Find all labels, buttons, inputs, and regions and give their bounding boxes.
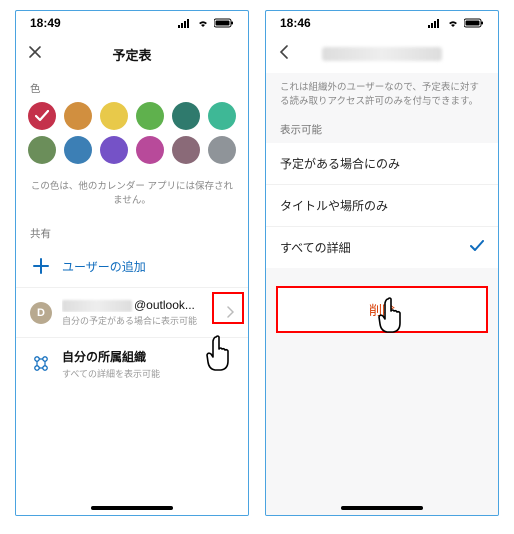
page-title: 予定表 (16, 45, 248, 64)
battery-icon (214, 18, 234, 28)
home-indicator (91, 506, 173, 510)
phone-right: 18:46 これは組織外のユーザーなので、予定表に対する読み取りアクセス許可のみ… (265, 10, 499, 516)
perm-title-location[interactable]: タイトルや場所のみ (266, 185, 498, 227)
color-swatch-6[interactable] (28, 136, 56, 164)
color-swatch-3[interactable] (136, 102, 164, 130)
color-swatch-9[interactable] (136, 136, 164, 164)
org-sub: すべての詳細を表示可能 (62, 367, 234, 380)
plus-icon (30, 255, 52, 277)
color-swatch-1[interactable] (64, 102, 92, 130)
status-icons (428, 18, 484, 28)
perm-label: 予定がある場合にのみ (280, 155, 400, 172)
nav-bar: 予定表 (16, 35, 248, 73)
check-icon (35, 110, 49, 122)
wifi-icon (446, 18, 460, 28)
user-permission-sub: 自分の予定がある場合に表示可能 (62, 314, 216, 327)
perm-label: すべての詳細 (280, 239, 351, 256)
shared-user-row[interactable]: D @outlook... 自分の予定がある場合に表示可能 (16, 288, 248, 338)
org-title: 自分の所属組織 (62, 348, 234, 365)
share-section-label: 共有 (16, 220, 248, 245)
delete-button[interactable]: 削除 (276, 286, 488, 333)
color-swatch-5[interactable] (208, 102, 236, 130)
color-swatch-7[interactable] (64, 136, 92, 164)
phone-left: 18:49 予定表 色 この色は、他のカレンダー アプリには保存されません。 共… (15, 10, 249, 516)
check-icon (470, 239, 484, 255)
home-indicator (341, 506, 423, 510)
status-icons (178, 18, 234, 28)
color-swatch-0[interactable] (28, 102, 56, 130)
color-swatch-10[interactable] (172, 136, 200, 164)
status-bar: 18:49 (16, 11, 248, 35)
page-title-redacted (266, 47, 498, 61)
color-note-text: この色は、他のカレンダー アプリには保存されません。 (16, 174, 248, 220)
perm-busy-only[interactable]: 予定がある場合にのみ (266, 143, 498, 185)
color-swatch-4[interactable] (172, 102, 200, 130)
color-swatch-11[interactable] (208, 136, 236, 164)
redacted-name (62, 300, 132, 312)
signal-icon (178, 18, 192, 28)
status-time: 18:49 (30, 16, 61, 30)
color-grid (16, 102, 248, 174)
close-icon[interactable] (28, 45, 42, 64)
user-email: @outlook... (62, 298, 216, 312)
add-user-label: ユーザーの追加 (62, 258, 234, 275)
chevron-right-icon (226, 305, 234, 321)
perm-section-label: 表示可能 (266, 122, 498, 143)
content-area: 色 この色は、他のカレンダー アプリには保存されません。 共有 ユーザーの追加 … (16, 73, 248, 515)
color-section-label: 色 (16, 73, 248, 102)
avatar: D (30, 302, 52, 324)
add-user-row[interactable]: ユーザーの追加 (16, 245, 248, 288)
perm-list: 予定がある場合にのみ タイトルや場所のみ すべての詳細 (266, 143, 498, 268)
color-swatch-8[interactable] (100, 136, 128, 164)
signal-icon (428, 18, 442, 28)
status-time: 18:46 (280, 16, 311, 30)
wifi-icon (196, 18, 210, 28)
perm-all-details[interactable]: すべての詳細 (266, 227, 498, 268)
color-swatch-2[interactable] (100, 102, 128, 130)
status-bar: 18:46 (266, 11, 498, 35)
perm-label: タイトルや場所のみ (280, 197, 388, 214)
battery-icon (464, 18, 484, 28)
content-area: これは組織外のユーザーなので、予定表に対する読み取りアクセス許可のみを付与できま… (266, 73, 498, 515)
permission-note: これは組織外のユーザーなので、予定表に対する読み取りアクセス許可のみを付与できま… (266, 73, 498, 122)
back-icon[interactable] (278, 45, 290, 64)
org-row[interactable]: 自分の所属組織 すべての詳細を表示可能 (16, 338, 248, 390)
delete-label: 削除 (369, 303, 395, 318)
org-icon (30, 353, 52, 375)
nav-bar (266, 35, 498, 73)
